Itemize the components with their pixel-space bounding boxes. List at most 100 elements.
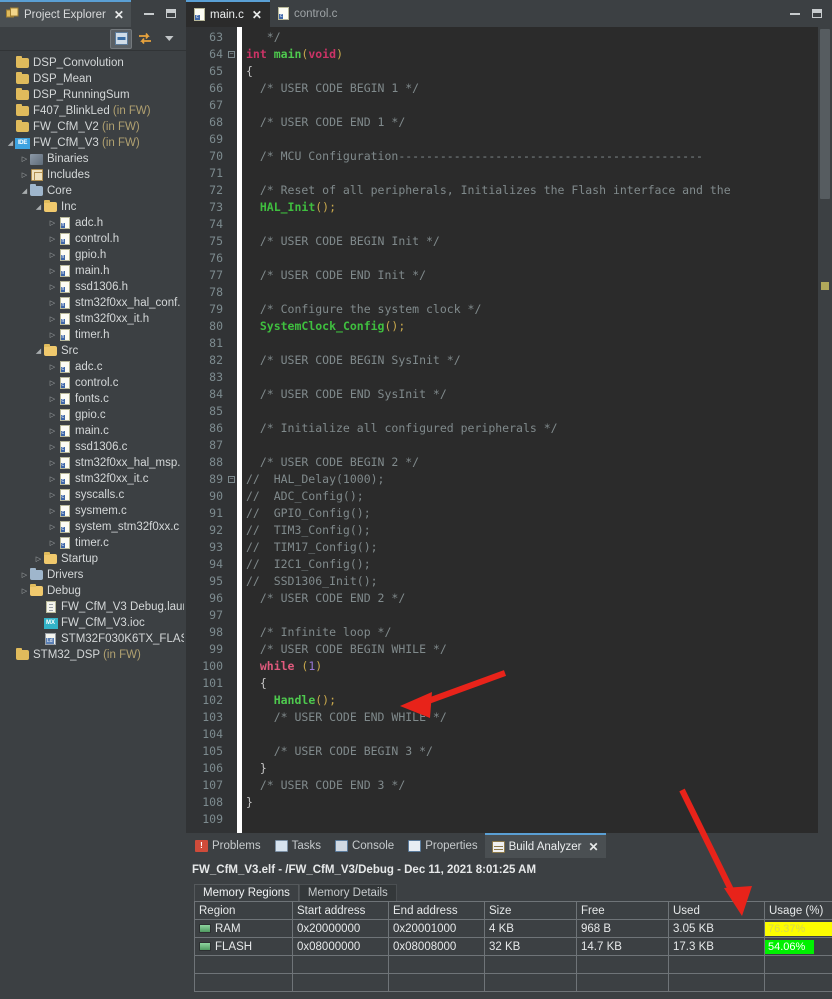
chevron-right-icon[interactable]: ▷ (48, 311, 57, 327)
subtab-memory-details[interactable]: Memory Details (298, 884, 397, 901)
tree-item-drivers[interactable]: ▷ Drivers (0, 567, 186, 583)
minimize-icon[interactable] (144, 12, 154, 15)
fold-toggle-icon[interactable]: − (226, 471, 237, 488)
tree-item-fw-cfm-v3[interactable]: ◢ IDE FW_CfM_V3 (in FW) (0, 135, 186, 151)
tree-item-adc-c[interactable]: ▷ c adc.c (0, 359, 186, 375)
chevron-down-icon[interactable]: ◢ (34, 199, 43, 215)
chevron-right-icon[interactable]: ▷ (48, 263, 57, 279)
chevron-down-icon[interactable]: ◢ (6, 135, 15, 151)
chevron-right-icon[interactable]: ▷ (48, 455, 57, 471)
table-row[interactable] (194, 973, 832, 992)
maximize-icon[interactable] (166, 9, 176, 18)
chevron-right-icon[interactable]: ▷ (48, 279, 57, 295)
tree-item-inc[interactable]: ◢ Inc (0, 199, 186, 215)
code-editor[interactable]: 63 64 65 66 67 68 69 70 71 72 73 74 75 76 77 78 79 80 81 82… (186, 27, 832, 833)
tree-item-src[interactable]: ◢ Src (0, 343, 186, 359)
tab-console[interactable]: Console (328, 833, 401, 858)
table-row[interactable]: FLASH 0x08000000 0x08008000 32 KB 14.7 KB 17.… (194, 937, 832, 956)
chevron-right-icon[interactable]: ▷ (20, 583, 29, 599)
tree-item-fonts-c[interactable]: ▷ c fonts.c (0, 391, 186, 407)
chevron-right-icon[interactable]: ▷ (48, 327, 57, 343)
chevron-right-icon[interactable]: ▷ (48, 439, 57, 455)
tree-item-f407-blinkled[interactable]: F407_BlinkLed (in FW) (0, 103, 186, 119)
tree-item-stm32f0xx-it-h[interactable]: ▷ h stm32f0xx_it.h (0, 311, 186, 327)
tree-item-fw-cfm-v2[interactable]: FW_CfM_V2 (in FW) (0, 119, 186, 135)
tree-item-dsp-mean[interactable]: DSP_Mean (0, 71, 186, 87)
subtab-memory-regions[interactable]: Memory Regions (194, 884, 299, 901)
tree-item-ssd1306-h[interactable]: ▷ h ssd1306.h (0, 279, 186, 295)
chevron-right-icon[interactable]: ▷ (34, 551, 43, 567)
chevron-down-icon[interactable]: ◢ (20, 183, 29, 199)
chevron-right-icon[interactable]: ▷ (48, 471, 57, 487)
chevron-right-icon[interactable]: ▷ (48, 423, 57, 439)
editor-tab-control-c[interactable]: c control.c (270, 0, 345, 27)
tree-item-stm32f0xx-hal-msp-[interactable]: ▷ c stm32f0xx_hal_msp. (0, 455, 186, 471)
tab-project-explorer[interactable]: Project Explorer ✕ (0, 0, 131, 27)
table-row[interactable] (194, 955, 832, 974)
tree-item-stm32-dsp[interactable]: STM32_DSP (in FW) (0, 647, 186, 663)
tab-tasks[interactable]: Tasks (268, 833, 328, 858)
chevron-right-icon[interactable]: ▷ (48, 407, 57, 423)
chevron-right-icon[interactable]: ▷ (20, 151, 29, 167)
chevron-down-icon[interactable]: ◢ (34, 343, 43, 359)
chevron-right-icon[interactable]: ▷ (48, 487, 57, 503)
column-header[interactable]: Size (484, 901, 577, 920)
tree-item-control-c[interactable]: ▷ c control.c (0, 375, 186, 391)
fold-toggle-icon[interactable]: − (226, 46, 237, 63)
tree-item-dsp-runningsum[interactable]: DSP_RunningSum (0, 87, 186, 103)
chevron-right-icon[interactable]: ▷ (48, 503, 57, 519)
link-with-editor-icon[interactable] (134, 29, 156, 49)
tree-item-stm32f0xx-it-c[interactable]: ▷ c stm32f0xx_it.c (0, 471, 186, 487)
close-icon[interactable]: ✕ (588, 841, 598, 853)
collapse-all-icon[interactable] (110, 28, 132, 49)
column-header[interactable]: Usage (%) (764, 901, 832, 920)
source-code[interactable]: */int main(void){ /* USER CODE BEGIN 1 *… (242, 27, 832, 833)
editor-vertical-scrollbar[interactable] (818, 27, 832, 833)
maximize-icon[interactable] (812, 9, 822, 18)
tree-item-gpio-h[interactable]: ▷ h gpio.h (0, 247, 186, 263)
tree-item-fw-cfm-v3-debug-launch[interactable]: FW_CfM_V3 Debug.launch (0, 599, 186, 615)
tab-problems[interactable]: Problems (188, 833, 268, 858)
chevron-right-icon[interactable]: ▷ (20, 567, 29, 583)
scrollbar-marker[interactable] (821, 282, 829, 290)
scrollbar-thumb[interactable] (820, 29, 830, 199)
close-icon[interactable]: ✕ (114, 9, 124, 21)
chevron-right-icon[interactable]: ▷ (20, 167, 29, 183)
tree-item-core[interactable]: ◢ Core (0, 183, 186, 199)
chevron-right-icon[interactable]: ▷ (48, 231, 57, 247)
chevron-right-icon[interactable]: ▷ (48, 391, 57, 407)
chevron-right-icon[interactable]: ▷ (48, 295, 57, 311)
column-header[interactable]: Region (194, 901, 293, 920)
tab-build-analyzer[interactable]: Build Analyzer ✕ (484, 833, 606, 858)
tree-item-debug[interactable]: ▷ Debug (0, 583, 186, 599)
tree-item-sysmem-c[interactable]: ▷ c sysmem.c (0, 503, 186, 519)
chevron-right-icon[interactable]: ▷ (48, 535, 57, 551)
table-row[interactable]: RAM 0x20000000 0x20001000 4 KB 968 B 3.05 KB 7… (194, 919, 832, 938)
chevron-right-icon[interactable]: ▷ (48, 519, 57, 535)
tree-item-control-h[interactable]: ▷ h control.h (0, 231, 186, 247)
tree-item-syscalls-c[interactable]: ▷ c syscalls.c (0, 487, 186, 503)
chevron-right-icon[interactable]: ▷ (48, 375, 57, 391)
chevron-right-icon[interactable]: ▷ (48, 215, 57, 231)
column-header[interactable]: End address (388, 901, 485, 920)
tree-item-fw-cfm-v3-ioc[interactable]: MX FW_CfM_V3.ioc (0, 615, 186, 631)
tab-properties[interactable]: Properties (401, 833, 484, 858)
chevron-right-icon[interactable]: ▷ (48, 247, 57, 263)
column-header[interactable]: Start address (292, 901, 389, 920)
tree-item-stm32f0xx-hal-conf-[interactable]: ▷ h stm32f0xx_hal_conf. (0, 295, 186, 311)
tree-item-stm32f030k6tx-flash-ld[interactable]: STM32F030K6TX_FLASH.ld (0, 631, 186, 647)
tree-item-timer-h[interactable]: ▷ h timer.h (0, 327, 186, 343)
tree-item-timer-c[interactable]: ▷ c timer.c (0, 535, 186, 551)
tree-item-system-stm32f0xx-c[interactable]: ▷ c system_stm32f0xx.c (0, 519, 186, 535)
tree-item-gpio-c[interactable]: ▷ c gpio.c (0, 407, 186, 423)
tree-item-main-c[interactable]: ▷ c main.c (0, 423, 186, 439)
editor-tab-main-c[interactable]: c main.c ✕ (186, 0, 270, 27)
minimize-icon[interactable] (790, 12, 800, 15)
tree-item-dsp-convolution[interactable]: DSP_Convolution (0, 55, 186, 71)
tree-item-adc-h[interactable]: ▷ h adc.h (0, 215, 186, 231)
tree-item-ssd1306-c[interactable]: ▷ c ssd1306.c (0, 439, 186, 455)
close-icon[interactable]: ✕ (252, 9, 262, 21)
tree-item-startup[interactable]: ▷ Startup (0, 551, 186, 567)
code-folding-column[interactable]: − − (226, 27, 237, 833)
column-header[interactable]: Used (668, 901, 765, 920)
